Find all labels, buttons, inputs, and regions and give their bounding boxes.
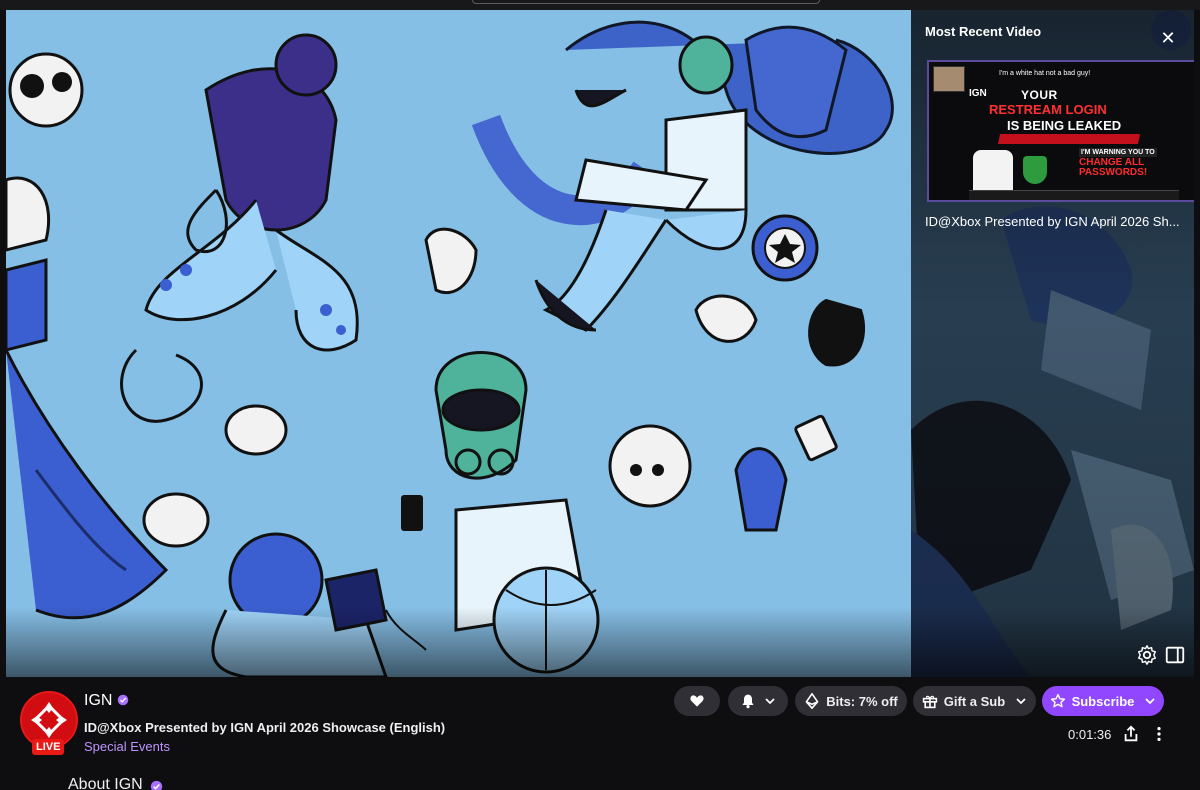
- bits-icon: [805, 693, 819, 709]
- theater-mode-icon[interactable]: [1164, 644, 1186, 666]
- thumbnail-shield: [1023, 156, 1047, 184]
- channel-avatar[interactable]: LIVE: [20, 691, 78, 755]
- stream-title: ID@Xbox Presented by IGN April 2026 Show…: [84, 720, 446, 735]
- browser-top-strip: [0, 0, 1200, 10]
- gift-label: Gift a Sub: [943, 693, 1006, 709]
- player-bottom-gradient: [6, 607, 1194, 677]
- close-icon[interactable]: ✕: [1158, 28, 1178, 48]
- video-player[interactable]: Most Recent Video ✕ I'm a white hat not …: [6, 10, 1194, 677]
- thumbnail-face: [933, 66, 965, 92]
- thumbnail-line2: RESTREAM LOGIN: [989, 102, 1107, 117]
- notifications-button[interactable]: [728, 686, 788, 716]
- about-heading: About IGN: [68, 776, 143, 790]
- category-link[interactable]: Special Events: [84, 739, 170, 754]
- stream-uptime: 0:01:36: [1068, 727, 1112, 742]
- chevron-down-icon: [765, 698, 775, 705]
- stream-artwork: [6, 10, 911, 677]
- recent-video-caption[interactable]: ID@Xbox Presented by IGN April 2026 Sh..…: [925, 214, 1191, 229]
- chevron-down-icon: [1145, 698, 1156, 705]
- share-icon[interactable]: [1122, 725, 1140, 743]
- gift-icon: [922, 695, 937, 709]
- thumbnail-line4: I'M WARNING YOU TO: [1079, 148, 1157, 157]
- heart-icon: [690, 695, 704, 707]
- bits-label: Bits: 7% off: [826, 693, 898, 709]
- thumbnail-hat-figure: [973, 150, 1013, 194]
- subscribe-label: Subscribe: [1071, 693, 1135, 709]
- thumbnail-top-text: I'm a white hat not a bad guy!: [999, 70, 1091, 77]
- bits-button[interactable]: Bits: 7% off: [795, 686, 907, 716]
- verified-icon: [150, 780, 163, 790]
- recent-video-title: Most Recent Video: [925, 24, 1042, 39]
- thumbnail-line5: CHANGE ALL PASSWORDS!: [1079, 157, 1148, 178]
- bell-icon: [742, 694, 754, 709]
- follow-button[interactable]: [674, 686, 720, 716]
- chevron-down-icon: [1016, 698, 1026, 705]
- thumbnail-bottom-bar: [969, 190, 1179, 200]
- settings-icon[interactable]: [1136, 644, 1158, 666]
- subscribe-button[interactable]: Subscribe: [1042, 686, 1164, 716]
- thumbnail-line1: YOUR: [1021, 88, 1058, 102]
- thumbnail-line3: IS BEING LEAKED: [1007, 118, 1122, 133]
- channel-name[interactable]: IGN: [84, 692, 112, 710]
- live-badge: LIVE: [32, 739, 65, 755]
- gift-sub-button[interactable]: Gift a Sub: [913, 686, 1036, 716]
- thumbnail-brand: IGN: [969, 88, 987, 99]
- more-icon[interactable]: [1150, 725, 1168, 743]
- star-icon: [1050, 693, 1065, 708]
- recent-video-thumbnail[interactable]: I'm a white hat not a bad guy! IGN YOUR …: [927, 60, 1194, 202]
- verified-icon: [117, 694, 129, 706]
- address-bar-edge: [472, 0, 820, 4]
- thumbnail-red-band: [997, 134, 1141, 144]
- recent-video-panel: Most Recent Video ✕ I'm a white hat not …: [911, 10, 1194, 677]
